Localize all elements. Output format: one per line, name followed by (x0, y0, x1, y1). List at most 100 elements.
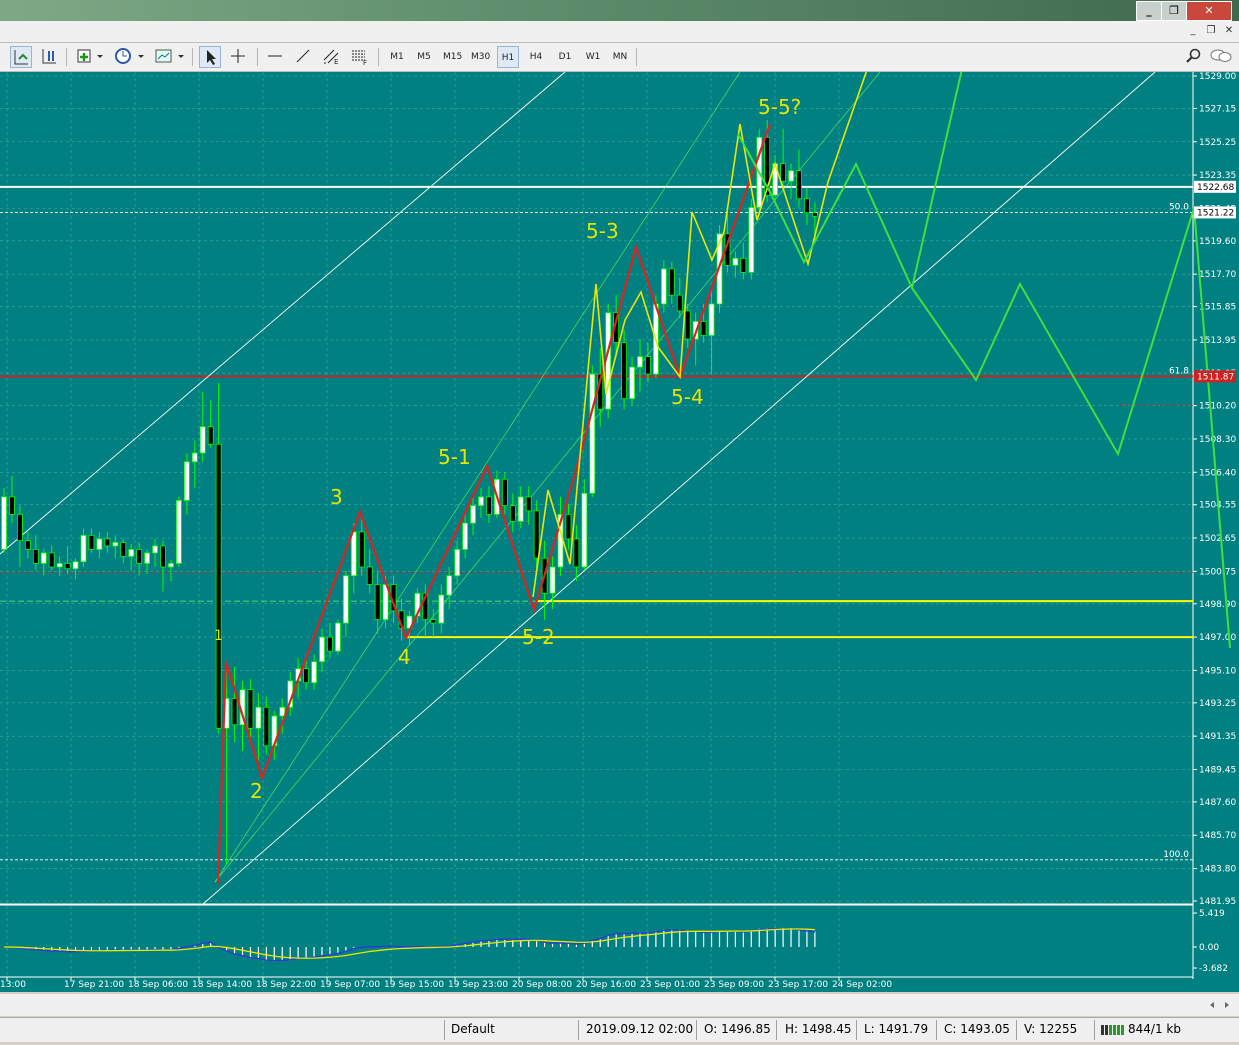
svg-text:E: E (334, 58, 338, 66)
indicator-tick-label: 0.00 (1199, 943, 1219, 953)
price-tick-label: 1517.70 (1199, 270, 1236, 280)
minimize-button[interactable]: _ (1136, 1, 1162, 21)
time-tick-label: 13:00 (0, 980, 26, 990)
tf-h4-button[interactable]: H4 (525, 46, 547, 68)
candle-body (621, 342, 627, 400)
indicator-tick-label: -3.682 (1199, 964, 1228, 974)
candle-body (279, 706, 286, 717)
wave-label-1: 1 (214, 628, 223, 644)
channel-icon: E (323, 49, 338, 66)
time-tick-label: 18 Sep 14:00 (192, 980, 252, 990)
price-chart[interactable]: 1529.001527.151525.251523.351521.451519.… (0, 11, 1239, 992)
candle-body (144, 552, 151, 564)
status-low: L: 1491.79 (864, 1022, 929, 1036)
candle-body (175, 499, 182, 564)
channel-button[interactable]: E (320, 46, 342, 68)
tf-mn-button[interactable]: MN (609, 46, 631, 68)
candle-body (32, 549, 39, 564)
status-volume: V: 12255 (1024, 1022, 1078, 1036)
fibonacci-button[interactable]: F (348, 46, 370, 68)
price-tick-label: 1493.25 (1199, 699, 1236, 709)
status-close: C: 1493.05 (944, 1022, 1010, 1036)
scroll-arrows[interactable] (0, 994, 1239, 1016)
time-tick-label: 17 Sep 21:00 (64, 980, 124, 990)
candle-body (565, 513, 572, 540)
close-button[interactable]: ✕ (1186, 1, 1232, 21)
chart-close-button[interactable]: ✕ (1222, 24, 1236, 37)
price-tick-label: 1515.85 (1199, 303, 1236, 313)
chart-shift-button[interactable] (38, 46, 60, 68)
candle-body (660, 268, 667, 305)
candle-body (740, 257, 747, 273)
candle-body (358, 531, 365, 568)
candle-body (525, 496, 532, 512)
toolbar: E F M1 M5 M15 M30 H1 H4 D1 W1 MN (0, 43, 1239, 72)
wave-label-5-2: 5-2 (522, 625, 555, 649)
candle-body (334, 622, 341, 652)
horizontal-line-icon (268, 55, 282, 57)
tf-w1-button[interactable]: W1 (582, 46, 604, 68)
time-tick-label: 20 Sep 08:00 (512, 980, 572, 990)
indicators-button[interactable] (74, 46, 106, 68)
price-tick-label: 1489.45 (1199, 765, 1236, 775)
price-tick-label: 1508.30 (1199, 435, 1236, 445)
cursor-button[interactable] (199, 46, 221, 68)
price-tick-label: 1481.95 (1199, 897, 1236, 907)
candle-body (136, 549, 143, 564)
candle-body (80, 535, 87, 563)
candle-body (804, 198, 810, 214)
candle-body (708, 303, 715, 336)
candle-body (160, 545, 166, 568)
chat-button[interactable] (1208, 46, 1234, 68)
candle-body (1, 496, 7, 550)
price-tick-label: 1527.15 (1199, 104, 1236, 114)
time-tick-label: 18 Sep 06:00 (128, 980, 188, 990)
candle-body (629, 366, 635, 400)
chart-restore-button[interactable]: ❐ (1204, 24, 1218, 37)
templates-button[interactable] (152, 46, 186, 68)
crosshair-button[interactable] (227, 46, 249, 68)
connection-icon (1101, 1025, 1124, 1035)
candle-body (589, 373, 596, 494)
wave-label-5-4: 5-4 (671, 385, 704, 409)
time-tick-label: 19 Sep 07:00 (320, 980, 380, 990)
wave-label-5-5: 5-5? (758, 95, 801, 119)
fib-label: 100.0 (1163, 850, 1189, 860)
candle-body (581, 492, 588, 568)
candle-body (319, 636, 325, 663)
restore-button[interactable]: ❐ (1161, 1, 1187, 21)
periods-button[interactable] (112, 46, 146, 68)
price-tick-label: 1500.75 (1199, 567, 1236, 577)
indicators-icon (77, 49, 103, 63)
tf-d1-button[interactable]: D1 (554, 46, 576, 68)
candle-body (88, 535, 95, 550)
chart-minimize-button[interactable]: _ (1186, 24, 1200, 37)
tf-h1-button[interactable]: H1 (497, 46, 519, 68)
price-tick-label: 1483.80 (1199, 865, 1236, 875)
scroll-left-icon (1210, 1002, 1214, 1008)
time-tick-label: 20 Sep 16:00 (576, 980, 636, 990)
wave-label-4: 4 (398, 645, 411, 669)
tf-m15-button[interactable]: M15 (440, 46, 465, 68)
chart-shift-icon (42, 49, 56, 64)
candle-body (780, 163, 786, 182)
search-button[interactable] (1182, 46, 1204, 68)
tf-m1-button[interactable]: M1 (386, 46, 408, 68)
candle-body (486, 496, 492, 515)
mdi-bar: _ ❐ ✕ (0, 21, 1239, 43)
status-datetime: 2019.09.12 02:00 (586, 1022, 694, 1036)
crosshair-icon (231, 49, 245, 63)
candle-body (207, 426, 214, 445)
tf-m30-button[interactable]: M30 (468, 46, 493, 68)
candle-body (48, 552, 55, 568)
horizontal-line-button[interactable] (264, 46, 286, 68)
chart-window[interactable]: 1529.001527.151525.251523.351521.451519.… (0, 11, 1239, 992)
fibonacci-icon: F (352, 50, 367, 67)
tf-m5-button[interactable]: M5 (413, 46, 435, 68)
price-tick-label: 1495.10 (1199, 666, 1236, 676)
fib-label: 61.8 (1169, 366, 1189, 376)
candle-body (684, 310, 691, 340)
trendline-button[interactable] (292, 46, 314, 68)
autoscroll-button[interactable] (10, 46, 32, 68)
price-tick-label: 1525.25 (1199, 138, 1236, 148)
